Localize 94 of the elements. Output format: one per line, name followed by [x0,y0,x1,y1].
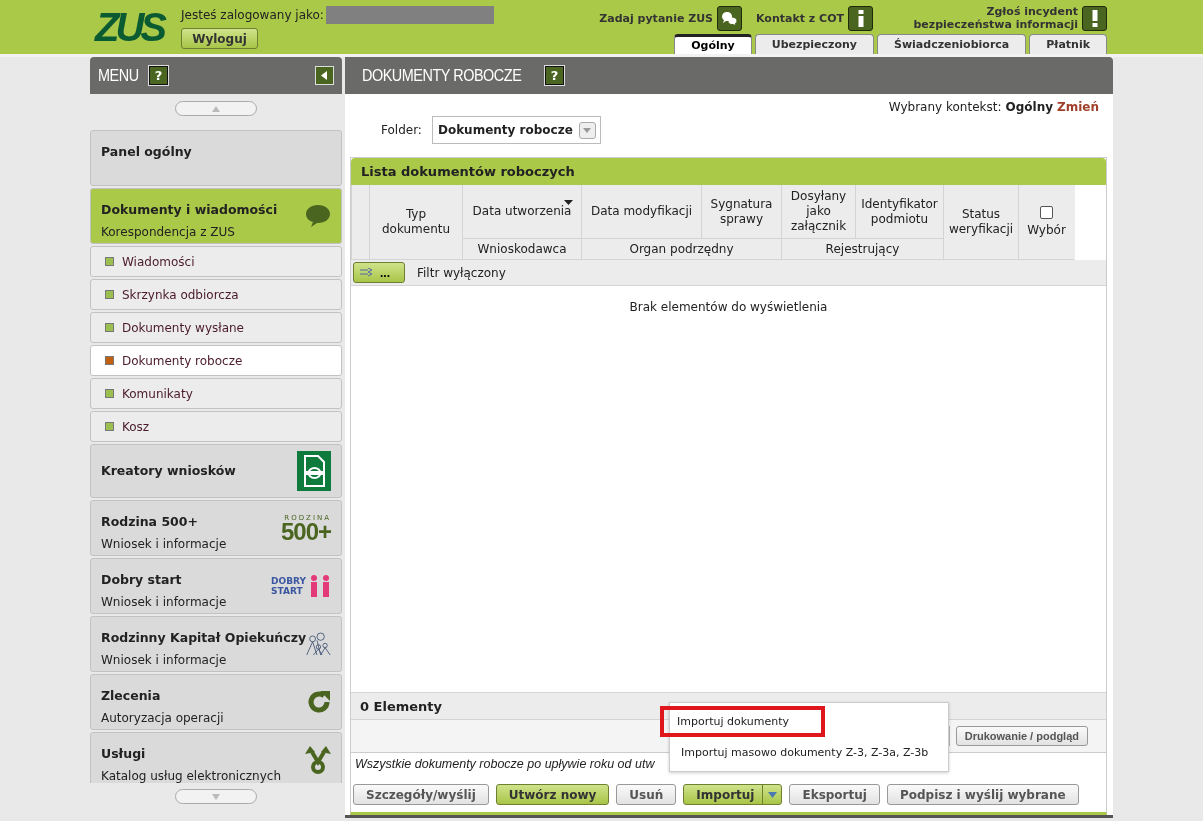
action-button[interactable]: Podpisz i wyślij wybrane [886,784,1079,805]
login-label: Jesteś zalogowany jako: [181,8,324,22]
action-button[interactable]: Szczegóły/wyślij [353,784,489,805]
section-subtitle: Korespondencja z ZUS [101,225,236,239]
column-header[interactable]: Data modyfikacji [581,185,701,239]
menu-section[interactable]: Rodzinny Kapitał Opiekuńczy Wniosek i informacje [90,616,342,672]
collapse-icon[interactable] [315,66,334,85]
submenu-label: Kosz [122,419,150,434]
empty-message: Brak elementów do wyświetlenia [629,300,828,316]
context-tab[interactable]: Świadczeniobiorca [877,34,1027,54]
menu-section[interactable]: Kreatory wniosków [90,444,342,498]
section-subtitle: Wniosek i informacje [101,537,228,551]
sort-down-icon [564,200,573,205]
submenu-item[interactable]: Skrzynka odbiorcza [90,279,342,310]
change-link[interactable]: Zmień [1057,100,1099,114]
column-header[interactable]: Identyfikator podmiotu [855,185,943,239]
chat-bubbles-icon[interactable] [717,5,743,31]
column-header[interactable]: Data utworzenia [462,185,581,239]
column-header[interactable]: Dosyłany jako załącznik [781,185,855,239]
panel-title: Lista dokumentów roboczych [351,158,1106,185]
menu-section[interactable]: Zlecenia Autoryzacja operacji [90,674,342,730]
submenu-label: Dokumenty wysłane [122,320,244,335]
refresh-icon [307,690,331,714]
submenu-item[interactable]: Komunikaty [90,378,342,409]
submenu-item[interactable]: Kosz [90,411,342,442]
retention-note: Wszystkie dokumenty robocze po upływie roku od utw [355,757,655,771]
help-icon[interactable]: ? [545,66,564,85]
context-value: Ogólny [1005,100,1053,114]
menu-section[interactable]: Usługi Katalog usług elektronicznych [90,732,342,783]
bullet-icon [105,257,114,266]
section-title: Rodzina 500+ [101,514,199,529]
caret-icon[interactable] [768,791,778,798]
section-title: Zlecenia [101,688,162,703]
submenu-label: Wiadomości [122,254,195,269]
header-link[interactable]: Zgłoś incydent bezpieczeństwa informacji [887,5,1078,31]
arrows-icon [360,268,374,277]
page-title: DOKUMENTY ROBOCZE [362,66,522,85]
section-title: Panel ogólny [101,144,193,159]
dropdown-item[interactable]: Importuj masowo dokumenty Z-3, Z-3a, Z-3b [670,737,948,768]
bullet-icon [105,356,114,365]
action-button[interactable]: Utwórz nowy [495,784,610,805]
filter-button[interactable]: ... [353,262,405,283]
context-tab[interactable]: Ubezpieczony [754,34,874,54]
menu-section[interactable]: Dobry start Wniosek i informacje DOBRY START [90,558,342,614]
folder-select[interactable]: Dokumenty robocze [431,116,601,144]
select-all-checkbox[interactable] [1040,206,1053,219]
section-title: Rodzinny Kapitał Opiekuńczy [101,630,307,645]
filter-status: Filtr wyłączony [417,265,506,280]
folder-label: Folder: [381,123,422,137]
section-subtitle: Wniosek i informacje [101,653,228,667]
branch-arrows-icon [305,746,331,774]
document-icon [297,451,331,491]
context-label: Wybrany kontekst: [888,100,1002,114]
section-title: Usługi [101,746,147,761]
context-tab[interactable]: Płatnik [1029,34,1107,54]
context-tab[interactable]: Ogólny [674,34,752,54]
menu-section[interactable]: Panel ogólny [90,130,342,186]
header-link[interactable]: Kontakt z COT [756,11,844,25]
info-icon[interactable] [848,5,873,31]
bullet-icon [105,290,114,299]
section-title: Dobry start [101,572,183,587]
action-button[interactable]: Importuj [683,784,783,805]
down-arrow-icon [212,793,220,800]
item-count: 0 Elementy [360,698,443,714]
section-subtitle: Katalog usług elektronicznych [101,769,282,783]
action-button[interactable]: Eksportuj [789,784,880,805]
caret-icon [578,121,596,139]
help-icon[interactable]: ? [149,66,169,85]
bullet-icon [105,422,114,431]
menu-title: MENU [98,66,139,85]
submenu-item[interactable]: Dokumenty robocze [90,345,342,376]
section-title: Kreatory wniosków [101,463,237,478]
section-subtitle: Wniosek i informacje [101,595,228,609]
up-arrow-icon [212,105,220,112]
bullet-icon [105,323,114,332]
submenu-label: Komunikaty [122,386,193,401]
logout-button[interactable]: Wyloguj [181,28,258,49]
dropdown-item[interactable]: Importuj dokumenty [660,706,825,737]
submenu-label: Dokumenty robocze [122,353,243,368]
zus-logo: ZUS [95,6,165,48]
action-button[interactable]: Usuń [616,784,677,805]
section-title: Dokumenty i wiadomości [101,202,279,217]
column-header[interactable]: Sygnatura sprawy [701,185,781,239]
section-subtitle: Autoryzacja operacji [101,711,225,725]
submenu-label: Skrzynka odbiorcza [122,287,239,302]
menu-section[interactable]: Dokumenty i wiadomości Korespondencja z ZUS [90,188,342,244]
submenu-item[interactable]: Dokumenty wysłane [90,312,342,343]
bullet-icon [105,389,114,398]
exclamation-icon[interactable] [1082,5,1107,31]
speech-bubble-icon [305,204,331,228]
submenu-item[interactable]: Wiadomości [90,246,342,277]
dobry-start-logo: DOBRY START [271,574,331,598]
print-preview-button[interactable]: Drukowanie / podgląd [955,726,1088,746]
header-link[interactable]: Zadaj pytanie ZUS [599,11,714,25]
